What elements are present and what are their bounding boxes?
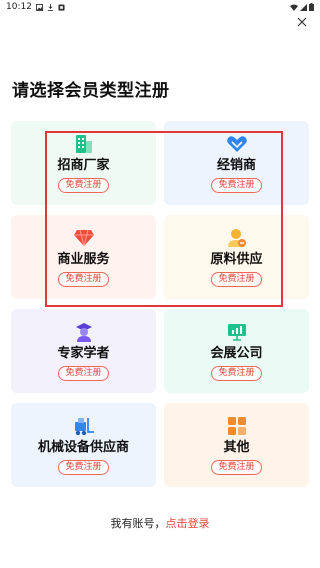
card-other[interactable]: 其他 免费注册 [164, 403, 309, 487]
handshake-icon [226, 133, 248, 155]
card-label: 商业服务 [57, 252, 110, 267]
free-register-button[interactable]: 免费注册 [58, 460, 109, 475]
login-link[interactable]: 点击登录 [166, 517, 210, 530]
status-bar: 10:12 [0, 0, 320, 16]
free-register-button[interactable]: 免费注册 [211, 178, 262, 193]
app-notification-icon [58, 3, 65, 11]
wifi-icon [290, 4, 298, 11]
card-label: 机械设备供应商 [37, 440, 129, 455]
card-label: 专家学者 [57, 346, 110, 361]
card-manufacturer[interactable]: 招商厂家 免费注册 [11, 121, 156, 205]
free-register-button[interactable]: 免费注册 [211, 366, 262, 381]
grid-squares-icon [226, 415, 248, 437]
close-icon [297, 17, 307, 27]
signal-icon [300, 3, 307, 11]
supplier-user-icon [226, 227, 248, 249]
free-register-button[interactable]: 免费注册 [58, 272, 109, 287]
card-raw-material-supply[interactable]: 原料供应 免费注册 [164, 215, 309, 299]
card-label: 其他 [223, 440, 250, 455]
presentation-board-icon [226, 321, 248, 343]
download-notification-icon [47, 3, 54, 11]
close-button[interactable] [292, 12, 312, 32]
card-label: 会展公司 [210, 346, 263, 361]
free-register-button[interactable]: 免费注册 [58, 178, 109, 193]
page-title: 请选择会员类型注册 [12, 81, 170, 101]
graduate-icon [73, 321, 95, 343]
free-register-button[interactable]: 免费注册 [211, 460, 262, 475]
card-machinery-supplier[interactable]: 机械设备供应商 免费注册 [11, 403, 156, 487]
have-account-text: 我有账号， [110, 517, 166, 530]
free-register-button[interactable]: 免费注册 [58, 366, 109, 381]
card-label: 招商厂家 [57, 158, 110, 173]
card-label: 原料供应 [210, 252, 263, 267]
free-register-button[interactable]: 免费注册 [211, 272, 262, 287]
forklift-icon [73, 415, 95, 437]
card-exhibition-company[interactable]: 会展公司 免费注册 [164, 309, 309, 393]
status-time: 10:12 [6, 2, 32, 12]
card-label: 经销商 [216, 158, 256, 173]
card-business-service[interactable]: 商业服务 免费注册 [11, 215, 156, 299]
footer-login-prompt: 我有账号，点击登录 [0, 515, 320, 531]
card-distributor[interactable]: 经销商 免费注册 [164, 121, 309, 205]
card-expert-scholar[interactable]: 专家学者 免费注册 [11, 309, 156, 393]
image-notification-icon [35, 3, 43, 11]
diamond-icon [73, 227, 95, 249]
battery-icon [309, 3, 314, 11]
building-icon [73, 133, 95, 155]
